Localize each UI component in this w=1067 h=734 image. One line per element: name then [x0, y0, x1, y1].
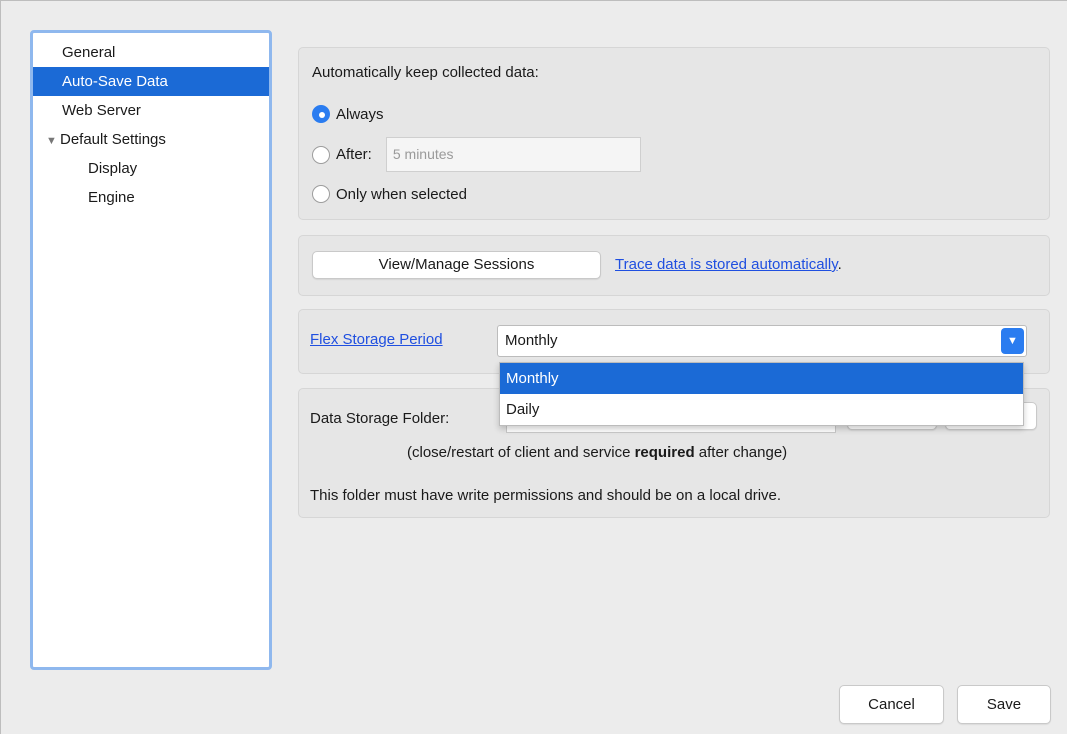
- flex-storage-period-select[interactable]: Monthly ▼: [497, 325, 1027, 357]
- trace-info: Trace data is stored automatically.: [615, 256, 842, 273]
- chevron-down-icon[interactable]: ▼: [1001, 328, 1024, 354]
- trace-suffix: .: [837, 256, 842, 273]
- sidebar-item-web-server[interactable]: Web Server: [33, 96, 269, 125]
- settings-sidebar: General Auto-Save Data Web Server ▼ Defau…: [30, 30, 272, 670]
- window-left-border: [0, 0, 1, 734]
- sidebar-item-auto-save-data[interactable]: Auto-Save Data: [33, 67, 269, 96]
- radio-always-label: Always: [336, 105, 384, 123]
- radio-always[interactable]: [312, 105, 330, 123]
- flex-storage-period-dropdown: Monthly Daily: [499, 362, 1024, 426]
- cancel-button[interactable]: Cancel: [839, 685, 944, 724]
- sidebar-item-general[interactable]: General: [33, 38, 269, 67]
- sidebar-item-label: Default Settings: [60, 131, 166, 148]
- radio-after[interactable]: [312, 145, 330, 164]
- radio-only-when-selected[interactable]: [312, 185, 330, 203]
- sidebar-item-display[interactable]: Display: [33, 154, 269, 183]
- radio-always-row[interactable]: Always: [312, 105, 384, 123]
- permissions-note: This folder must have write permissions …: [310, 487, 782, 504]
- view-manage-sessions-button[interactable]: View/Manage Sessions: [312, 251, 601, 279]
- autosave-title: Automatically keep collected data:: [312, 64, 539, 81]
- disclosure-triangle-icon[interactable]: ▼: [46, 127, 60, 156]
- restart-note-bold: required: [634, 444, 695, 461]
- radio-only-when-selected-label: Only when selected: [336, 185, 467, 203]
- window-top-border: [0, 0, 1067, 1]
- sessions-group: View/Manage Sessions Trace data is store…: [298, 235, 1050, 296]
- restart-note-suffix: after change): [694, 444, 788, 461]
- autosave-group: Automatically keep collected data: Alway…: [298, 47, 1050, 220]
- restart-note: (close/restart of client and service req…: [407, 444, 787, 461]
- select-value: Monthly: [505, 332, 558, 349]
- sidebar-item-default-settings[interactable]: ▼ Default Settings: [33, 125, 269, 154]
- flex-storage-period-link[interactable]: Flex Storage Period: [310, 331, 443, 348]
- radio-after-row[interactable]: After: 5 minutes: [312, 137, 641, 172]
- dropdown-option-daily[interactable]: Daily: [500, 394, 1023, 425]
- radio-only-selected-row[interactable]: Only when selected: [312, 185, 467, 203]
- after-duration-field[interactable]: 5 minutes: [385, 137, 641, 172]
- sidebar-item-engine[interactable]: Engine: [33, 183, 269, 212]
- trace-data-link[interactable]: Trace data is stored automatically: [615, 256, 838, 273]
- data-storage-folder-label: Data Storage Folder:: [310, 410, 450, 427]
- radio-after-label: After:: [336, 146, 372, 163]
- restart-note-prefix: (close/restart of client and service: [407, 444, 635, 461]
- dropdown-option-monthly[interactable]: Monthly: [500, 363, 1023, 394]
- save-button[interactable]: Save: [957, 685, 1051, 724]
